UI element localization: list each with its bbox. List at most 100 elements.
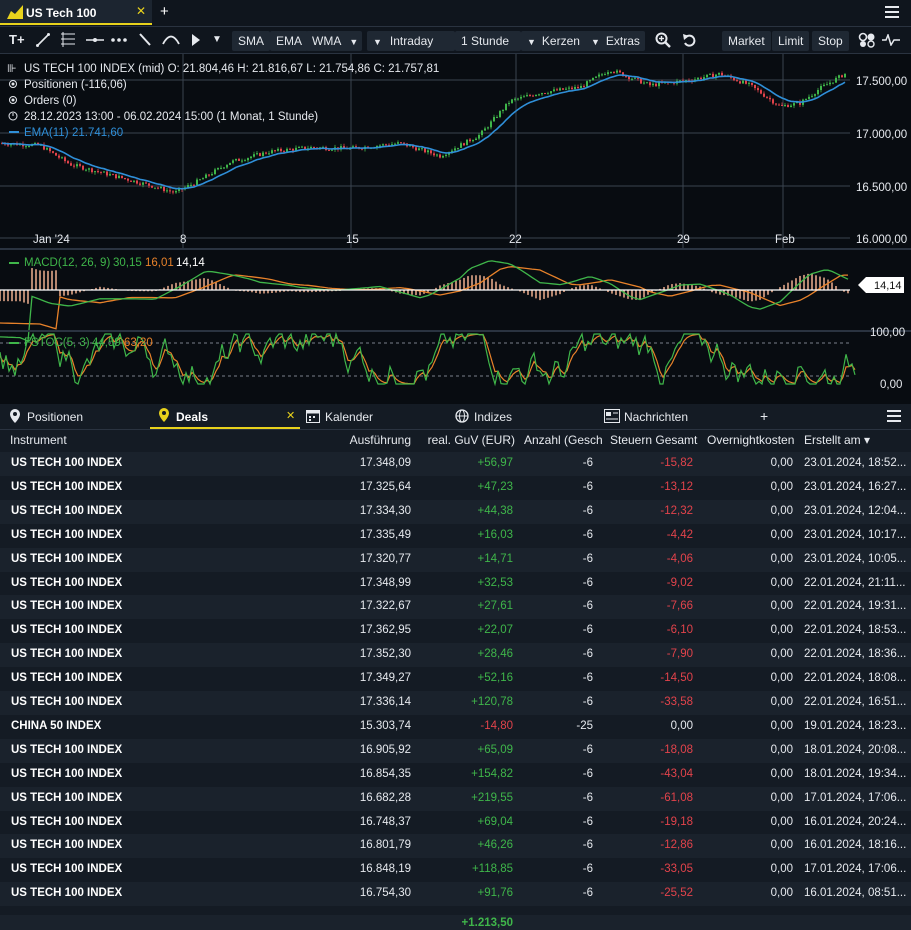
- candle-body: [127, 178, 129, 181]
- cell-instrument: US TECH 100 INDEX: [11, 528, 123, 541]
- cell-steuern: -4,06: [666, 552, 693, 565]
- candle-body: [508, 102, 510, 104]
- table-row[interactable]: US TECH 100 INDEX 17.325,64 +47,23 -6 -13,12…: [0, 475, 911, 500]
- sma-button[interactable]: SMA: [232, 31, 271, 51]
- table-row[interactable]: US TECH 100 INDEX 17.348,99 +32,53 -6 -9,02 0…: [0, 571, 911, 596]
- period-select[interactable]: 1 Stunde: [455, 31, 521, 51]
- brush-tool-icon[interactable]: [138, 32, 152, 47]
- cell-instrument: US TECH 100 INDEX: [11, 576, 123, 589]
- period-label: 1 Stunde: [461, 34, 510, 48]
- market-order-button[interactable]: Market: [722, 31, 771, 51]
- arc-tool-icon[interactable]: [162, 33, 180, 45]
- tab-indizes[interactable]: Indizes: [474, 410, 512, 424]
- cell-anzahl: -6: [582, 696, 593, 708]
- cell-anzahl: -6: [582, 863, 593, 876]
- table-row[interactable]: CHINA 50 INDEX 15.303,74 -14,80 -25 0,00 0,00…: [0, 714, 911, 739]
- pulse-icon[interactable]: [882, 34, 900, 46]
- add-tab-button[interactable]: +: [160, 3, 169, 20]
- table-row[interactable]: US TECH 100 INDEX 16.682,28 +219,55 -6 -61,0…: [0, 786, 911, 811]
- undo-icon[interactable]: [682, 33, 696, 47]
- ema-button[interactable]: EMA: [270, 31, 309, 51]
- price-chart[interactable]: 17.500,00 17.000,00 16.500,00 16.000,00 …: [0, 54, 911, 404]
- table-row[interactable]: US TECH 100 INDEX 17.349,27 +52,16 -6 -14,50…: [0, 667, 911, 692]
- cell-overnight: 0,00: [770, 839, 793, 852]
- candle-body: [748, 82, 750, 84]
- table-row[interactable]: US TECH 100 INDEX 17.348,09 +56,97 -6 -15,82…: [0, 452, 911, 476]
- col-overnight[interactable]: Overnightkosten: [707, 433, 794, 447]
- candle-body: [550, 91, 552, 94]
- col-anzahl[interactable]: Anzahl (Geschl: [524, 433, 602, 447]
- indicators-icon[interactable]: [858, 32, 876, 48]
- wma-button[interactable]: WMA ▼: [306, 31, 362, 51]
- panel-tab-bar: Positionen Kalender Indizes Nachrichten …: [0, 405, 911, 430]
- macd-signal-line: [0, 266, 848, 330]
- cell-ausfuehrung: 17.362,95: [359, 624, 411, 637]
- table-row[interactable]: US TECH 100 INDEX 16.854,35 +154,82 -6 -43,0…: [0, 762, 911, 787]
- tab-positionen[interactable]: Positionen: [27, 410, 83, 424]
- cursor-icon[interactable]: [190, 33, 202, 47]
- candle-body: [769, 97, 771, 100]
- drawing-tools-dropdown-icon[interactable]: ▼: [212, 34, 222, 45]
- line-tool-icon[interactable]: [36, 33, 50, 47]
- add-panel-tab-button[interactable]: +: [760, 408, 768, 424]
- tab-nachrichten[interactable]: Nachrichten: [624, 410, 688, 424]
- cell-guv: +44,38: [477, 504, 514, 517]
- table-row[interactable]: US TECH 100 INDEX 17.334,30 +44,38 -6 -12,32…: [0, 499, 911, 524]
- col-guv[interactable]: real. GuV (EUR): [428, 433, 515, 447]
- cell-overnight: 0,00: [770, 719, 793, 732]
- main-menu-icon[interactable]: [885, 6, 899, 21]
- col-steuern[interactable]: Steuern Gesamt: [610, 433, 697, 447]
- fstoc-legend-swatch: [9, 342, 19, 344]
- table-row[interactable]: US TECH 100 INDEX 17.352,30 +28,46 -6 -7,90 0…: [0, 643, 911, 668]
- candle-body: [760, 90, 762, 94]
- chart-toolbar: T+ ▼ SMA EMA WMA ▼ ▼ Intraday 1 Stunde ▼ Ke…: [0, 27, 911, 54]
- fibonacci-tool-icon[interactable]: [60, 32, 76, 47]
- col-ausfuehrung[interactable]: Ausführung: [350, 433, 411, 447]
- interval-select[interactable]: ▼ Intraday: [367, 31, 455, 51]
- tab-close-icon[interactable]: ✕: [136, 4, 146, 18]
- dotted-line-icon[interactable]: [110, 35, 128, 45]
- table-row[interactable]: US TECH 100 INDEX 17.322,67 +27,61 -6 -7,66 0…: [0, 595, 911, 620]
- col-instrument[interactable]: Instrument: [10, 433, 67, 447]
- limit-order-button[interactable]: Limit: [772, 31, 810, 51]
- candle-body: [271, 150, 273, 154]
- cell-erstellt: 18.01.2024, 20:08...: [804, 743, 907, 756]
- panel-menu-icon[interactable]: [887, 410, 901, 425]
- cell-erstellt: 22.01.2024, 21:11...: [804, 576, 906, 589]
- table-row[interactable]: US TECH 100 INDEX 17.335,49 +16,03 -6 -4,42 0…: [0, 523, 911, 548]
- extras-select[interactable]: ▼ Extras: [585, 31, 645, 51]
- candle-body: [817, 89, 819, 95]
- table-row[interactable]: US TECH 100 INDEX 16.801,79 +46,26 -6 -12,86…: [0, 834, 911, 859]
- candle-body: [457, 147, 459, 149]
- news-icon: [604, 409, 620, 423]
- table-row[interactable]: US TECH 100 INDEX 17.362,95 +22,07 -6 -6,10 0…: [0, 619, 911, 644]
- text-tool-icon[interactable]: T+: [9, 32, 25, 47]
- candle-body: [559, 88, 561, 91]
- table-row[interactable]: US TECH 100 INDEX 16.905,92 +65,09 -6 -18,08…: [0, 738, 911, 763]
- cell-guv: +52,16: [477, 672, 514, 685]
- candle-body: [172, 191, 174, 193]
- zoom-icon[interactable]: [655, 32, 671, 48]
- table-row[interactable]: US TECH 100 INDEX 16.754,30 +91,76 -6 -25,52…: [0, 882, 911, 907]
- chart-area[interactable]: 17.500,00 17.000,00 16.500,00 16.000,00 …: [0, 54, 911, 404]
- table-row[interactable]: US TECH 100 INDEX 16.848,19 +118,85 -6 -33,0…: [0, 858, 911, 883]
- cell-guv: +47,23: [477, 480, 514, 493]
- candle-body: [259, 153, 261, 157]
- cell-ausfuehrung: 17.325,64: [359, 480, 411, 493]
- candle-body: [28, 146, 30, 148]
- candle-body: [781, 104, 783, 106]
- col-erstellt[interactable]: Erstellt am ▾: [804, 433, 870, 447]
- tab-deals[interactable]: Deals ✕: [150, 405, 300, 429]
- table-row[interactable]: US TECH 100 INDEX 16.748,37 +69,04 -6 -19,18…: [0, 810, 911, 835]
- table-row[interactable]: US TECH 100 INDEX 17.336,14 +120,78 -6 -33,5…: [0, 691, 911, 715]
- tab-kalender[interactable]: Kalender: [325, 410, 373, 424]
- deals-close-icon[interactable]: ✕: [286, 409, 295, 422]
- horizontal-line-icon[interactable]: [86, 35, 104, 45]
- candle-body: [787, 105, 789, 108]
- candle-body: [712, 73, 714, 78]
- cell-instrument: US TECH 100 INDEX: [11, 600, 123, 613]
- candle-body: [7, 144, 9, 146]
- stop-order-button[interactable]: Stop: [812, 31, 849, 51]
- table-row[interactable]: US TECH 100 INDEX 17.320,77 +14,71 -6 -4,06 0…: [0, 547, 911, 572]
- cell-ausfuehrung: 17.336,14: [359, 696, 411, 708]
